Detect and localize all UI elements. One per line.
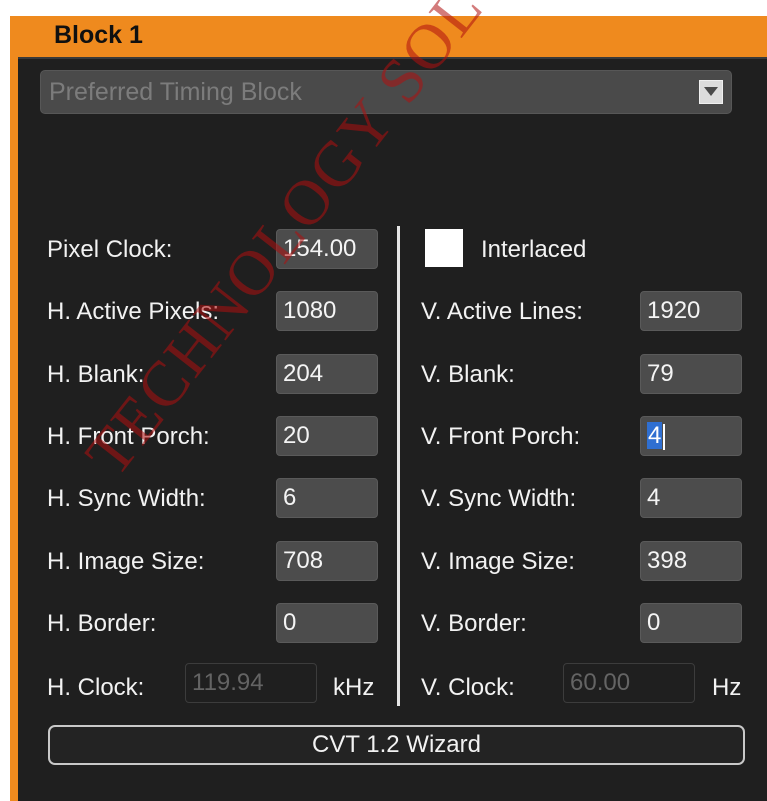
timing-type-dropdown[interactable]: Preferred Timing Block xyxy=(40,70,732,114)
panel-title: Block 1 xyxy=(54,21,143,49)
v-sync-width-label: V. Sync Width: xyxy=(421,485,577,512)
v-active-lines-label: V. Active Lines: xyxy=(421,298,583,325)
h-front-porch-input[interactable]: 20 xyxy=(276,416,378,456)
interlaced-label: Interlaced xyxy=(481,236,587,263)
pixel-clock-input[interactable]: 154.00 xyxy=(276,229,378,269)
h-image-size-label: H. Image Size: xyxy=(47,548,205,575)
v-active-lines-input[interactable]: 1920 xyxy=(640,291,742,331)
h-sync-width-input[interactable]: 6 xyxy=(276,478,378,518)
v-border-label: V. Border: xyxy=(421,610,527,637)
v-front-porch-input[interactable]: 4 xyxy=(640,416,742,456)
h-clock-unit: kHz xyxy=(333,674,375,701)
chevron-down-icon[interactable] xyxy=(699,80,723,104)
column-divider xyxy=(397,226,400,706)
pixel-clock-label: Pixel Clock: xyxy=(47,236,173,263)
h-front-porch-label: H. Front Porch: xyxy=(47,423,210,450)
h-active-pixels-input[interactable]: 1080 xyxy=(276,291,378,331)
v-border-input[interactable]: 0 xyxy=(640,603,742,643)
v-image-size-label: V. Image Size: xyxy=(421,548,575,575)
v-sync-width-input[interactable]: 4 xyxy=(640,478,742,518)
h-blank-input[interactable]: 204 xyxy=(276,354,378,394)
v-front-porch-label: V. Front Porch: xyxy=(421,423,581,450)
h-border-input[interactable]: 0 xyxy=(276,603,378,643)
panel-titlebar: Block 1 xyxy=(18,16,767,57)
h-active-pixels-label: H. Active Pixels: xyxy=(47,298,220,325)
selected-text: 4 xyxy=(647,422,663,449)
h-image-size-input[interactable]: 708 xyxy=(276,541,378,581)
v-clock-readout: 60.00 xyxy=(563,663,695,703)
h-blank-label: H. Blank: xyxy=(47,361,145,388)
v-clock-unit: Hz xyxy=(712,674,742,701)
v-blank-label: V. Blank: xyxy=(421,361,515,388)
cvt-wizard-button[interactable]: CVT 1.2 Wizard xyxy=(48,725,745,765)
h-border-label: H. Border: xyxy=(47,610,157,637)
v-clock-label: V. Clock: xyxy=(421,674,515,701)
h-clock-label: H. Clock: xyxy=(47,674,145,701)
timing-type-value: Preferred Timing Block xyxy=(49,78,302,106)
v-image-size-input[interactable]: 398 xyxy=(640,541,742,581)
h-clock-readout: 119.94 xyxy=(185,663,317,703)
v-blank-input[interactable]: 79 xyxy=(640,354,742,394)
interlaced-checkbox[interactable] xyxy=(425,229,463,267)
h-sync-width-label: H. Sync Width: xyxy=(47,485,206,512)
text-caret xyxy=(663,423,666,450)
